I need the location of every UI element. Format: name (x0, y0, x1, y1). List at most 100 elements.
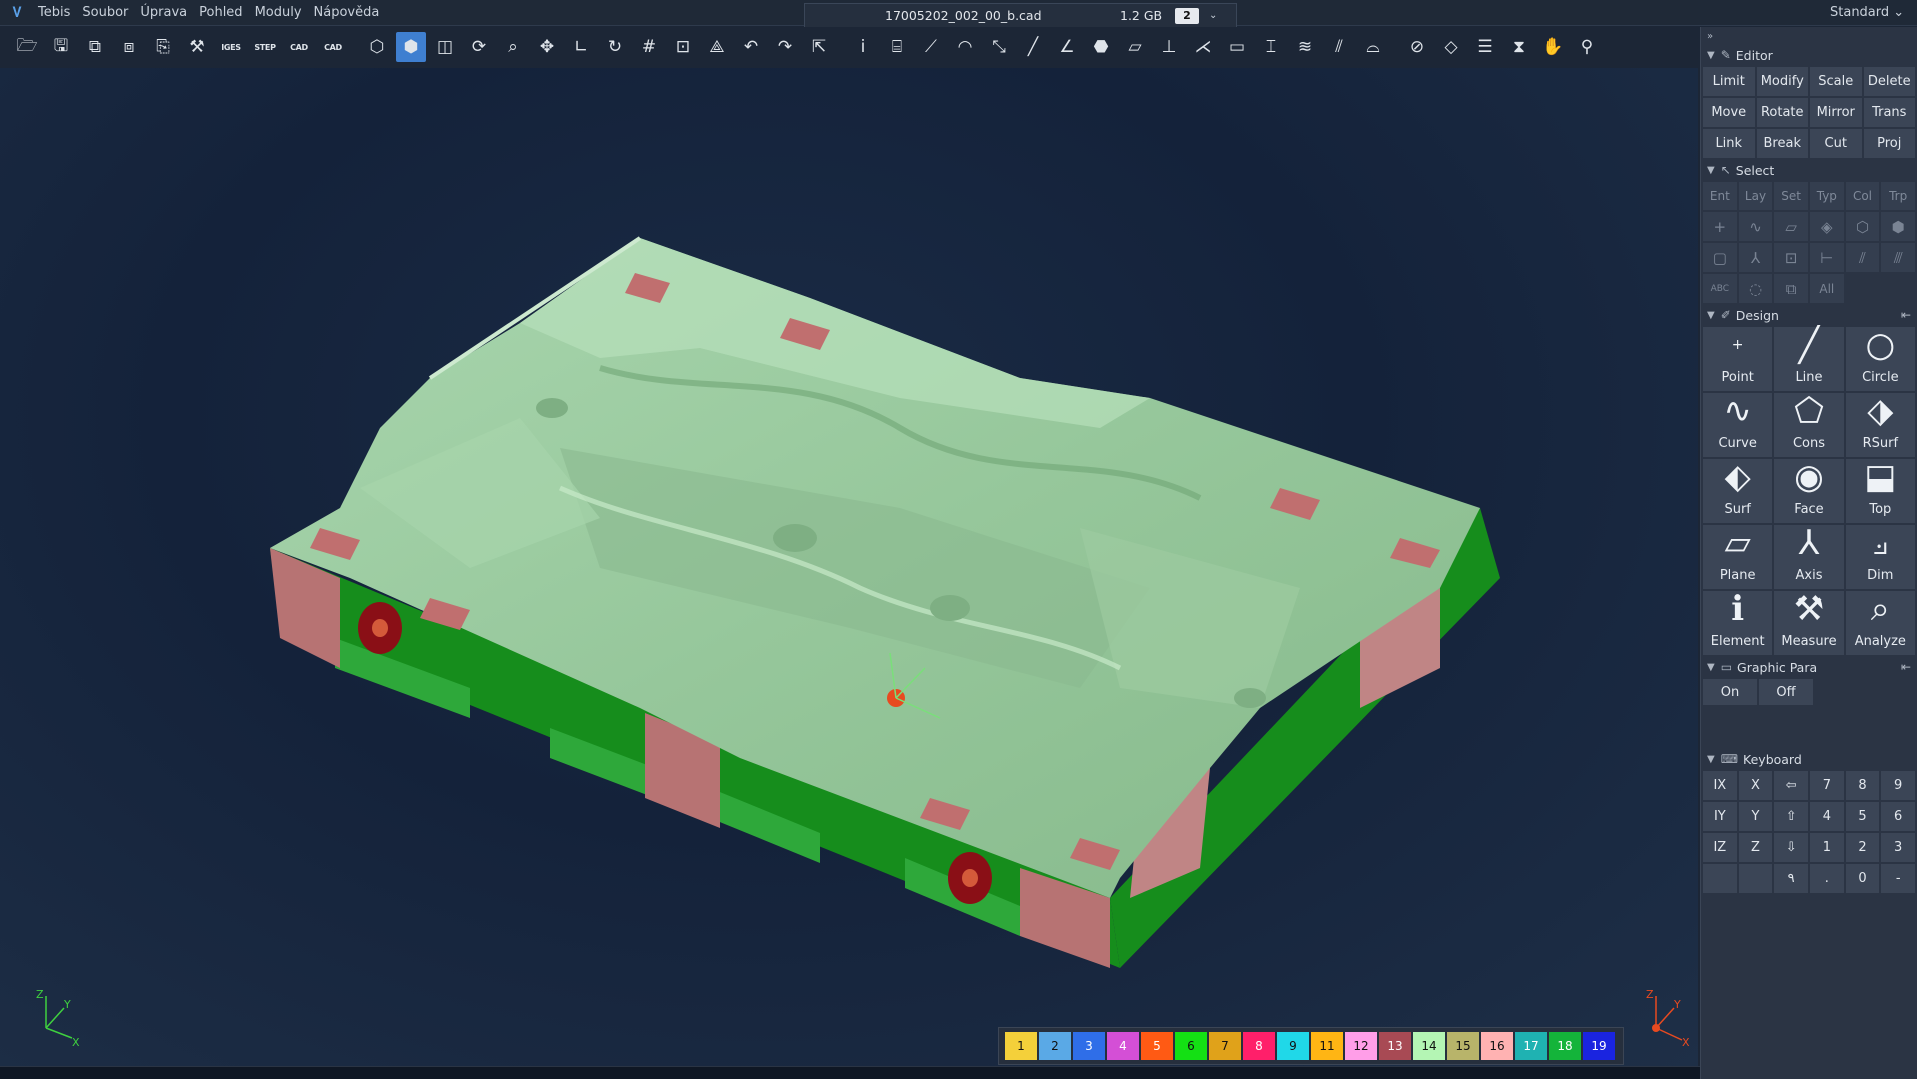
chevron-down-icon[interactable]: ▼ (1707, 310, 1715, 321)
key-10[interactable]: 5 (1845, 802, 1880, 831)
key-18[interactable] (1703, 864, 1737, 893)
design-section-header[interactable]: ▼ ✐ Design ⇤ (1701, 305, 1917, 325)
surface-filter-icon[interactable]: ▱ (1774, 212, 1808, 241)
design-rsurf-button[interactable]: ⬗ RSurf (1845, 391, 1915, 457)
chevron-down-icon[interactable]: ▼ (1707, 662, 1715, 673)
key-13[interactable]: Z (1738, 833, 1773, 862)
key-17[interactable]: 3 (1881, 833, 1915, 862)
key-0[interactable]: IX (1703, 771, 1737, 800)
cad-export-icon[interactable]: CAD (318, 32, 348, 62)
design-measure-button[interactable]: ⚒ Measure (1774, 589, 1844, 655)
face-filter-icon[interactable]: ◈ (1810, 212, 1844, 241)
editor-section-header[interactable]: ▼ ✎ Editor (1701, 45, 1917, 65)
editor-move-button[interactable]: Move (1703, 98, 1755, 127)
key-6[interactable]: IY (1703, 802, 1737, 831)
file-tab[interactable]: 17005202_002_00_b.cad 1.2 GB 2 ⌄ (804, 3, 1237, 27)
vector-icon[interactable]: ⋌ (1188, 32, 1218, 62)
assembly-icon[interactable]: ⧗ (1504, 32, 1534, 62)
layer-color-8[interactable]: 8 (1243, 1032, 1275, 1060)
menu-uprava[interactable]: Úprava (134, 0, 193, 26)
layer-color-4[interactable]: 4 (1107, 1032, 1139, 1060)
plane-filter-icon[interactable]: ▢ (1703, 243, 1737, 272)
editor-scale-button[interactable]: Scale (1810, 67, 1862, 96)
design-axis-button[interactable]: ⅄ Axis (1774, 523, 1844, 589)
select-tab-col[interactable]: Col (1845, 182, 1880, 210)
compass-icon[interactable]: ⊘ (1402, 32, 1432, 62)
group-filter-icon[interactable]: ⧉ (1774, 274, 1808, 303)
angle-icon[interactable]: ∠ (1052, 32, 1082, 62)
key-20[interactable]: ٩ (1774, 864, 1808, 893)
editor-rotate-button[interactable]: Rotate (1756, 98, 1808, 127)
robot-icon[interactable]: ⚲ (1572, 32, 1602, 62)
design-face-button[interactable]: ◉ Face (1774, 457, 1844, 523)
info-icon[interactable]: ⅰ (848, 32, 878, 62)
view-cube-icon[interactable]: ◫ (430, 32, 460, 62)
key-14[interactable]: ⇩ (1774, 833, 1808, 862)
key-8[interactable]: ⇧ (1774, 802, 1808, 831)
layer-color-2[interactable]: 2 (1039, 1032, 1071, 1060)
graphic-para-section-header[interactable]: ▼ ▭ Graphic Para ⇤ (1701, 657, 1917, 677)
axis-filter-icon[interactable]: ⅄ (1738, 243, 1773, 272)
editor-limit-button[interactable]: Limit (1703, 67, 1755, 96)
solid-filter-icon[interactable]: ⬡ (1845, 212, 1880, 241)
design-top-button[interactable]: ⬓ Top (1845, 457, 1915, 523)
key-11[interactable]: 6 (1881, 802, 1915, 831)
hatch-filter-icon[interactable]: ⫻ (1881, 243, 1915, 272)
tebis-logo-icon[interactable]: 𝐕 (8, 4, 26, 22)
design-circle-button[interactable]: ○ Circle (1845, 325, 1915, 391)
normal-icon[interactable]: ⊥ (1154, 32, 1184, 62)
menu-moduly[interactable]: Moduly (249, 0, 308, 26)
shell-icon[interactable]: ⌓ (1358, 32, 1388, 62)
layer-color-11[interactable]: 11 (1311, 1032, 1343, 1060)
select-tab-set[interactable]: Set (1774, 182, 1808, 210)
design-plane-button[interactable]: ▱ Plane (1703, 523, 1773, 589)
open-folder-icon[interactable]: 🗁 (12, 32, 42, 62)
menu-soubor[interactable]: Soubor (76, 0, 134, 26)
body-filter-icon[interactable]: ⬢ (1881, 212, 1915, 241)
mesh-filter-icon[interactable]: ⫽ (1845, 243, 1880, 272)
view-iso-icon[interactable]: ⬡ (362, 32, 392, 62)
layer-color-17[interactable]: 17 (1515, 1032, 1547, 1060)
ruler-icon[interactable]: ⟋ (916, 32, 946, 62)
layer-color-12[interactable]: 12 (1345, 1032, 1377, 1060)
double-chevron-icon[interactable]: » (1707, 31, 1713, 42)
redo-arrow-icon[interactable]: ↷ (770, 32, 800, 62)
document-icon[interactable]: ⎘ (148, 32, 178, 62)
iges-import-icon[interactable]: IGES (216, 32, 246, 62)
chevron-down-icon[interactable]: ▼ (1707, 165, 1715, 176)
rotate-icon[interactable]: ↻ (600, 32, 630, 62)
frame-filter-icon[interactable]: ⊡ (1774, 243, 1808, 272)
editor-delete-button[interactable]: Delete (1863, 67, 1915, 96)
design-dim-button[interactable]: ⟓ Dim (1845, 523, 1915, 589)
key-16[interactable]: 2 (1845, 833, 1880, 862)
select-tab-typ[interactable]: Typ (1810, 182, 1844, 210)
distance-icon[interactable]: ⤡ (984, 32, 1014, 62)
key-2[interactable]: ⇦ (1774, 771, 1808, 800)
editor-mirror-button[interactable]: Mirror (1810, 98, 1862, 127)
refresh-icon[interactable]: ⟳ (464, 32, 494, 62)
3d-viewport[interactable]: Z Y X Z Y X (0, 68, 1698, 1066)
step-import-icon[interactable]: STEP (250, 32, 280, 62)
editor-break-button[interactable]: Break (1756, 129, 1808, 158)
export-icon[interactable]: ⧈ (114, 32, 144, 62)
close-file-icon[interactable]: ⧉ (80, 32, 110, 62)
editor-proj-button[interactable]: Proj (1863, 129, 1915, 158)
key-1[interactable]: X (1738, 771, 1773, 800)
tool-icon[interactable]: ⌶ (1256, 32, 1286, 62)
radius-icon[interactable]: ◠ (950, 32, 980, 62)
select-tab-ent[interactable]: Ent (1703, 182, 1737, 210)
select-section-header[interactable]: ▼ ↖ Select (1701, 160, 1917, 180)
chevron-down-icon[interactable]: ▼ (1707, 50, 1715, 61)
menu-napoveda[interactable]: Nápověda (308, 0, 386, 26)
key-7[interactable]: Y (1738, 802, 1773, 831)
design-line-button[interactable]: ╱ Line (1774, 325, 1844, 391)
key-19[interactable] (1738, 864, 1773, 893)
design-curve-button[interactable]: ∿ Curve (1703, 391, 1773, 457)
key-22[interactable]: 0 (1845, 864, 1880, 893)
keyboard-section-header[interactable]: ▼ ⌨ Keyboard (1701, 749, 1917, 769)
surface-icon[interactable]: ▱ (1120, 32, 1150, 62)
curve-filter-icon[interactable]: ∿ (1738, 212, 1773, 241)
layer-color-18[interactable]: 18 (1549, 1032, 1581, 1060)
editor-modify-button[interactable]: Modify (1756, 67, 1808, 96)
editor-trans-button[interactable]: Trans (1863, 98, 1915, 127)
